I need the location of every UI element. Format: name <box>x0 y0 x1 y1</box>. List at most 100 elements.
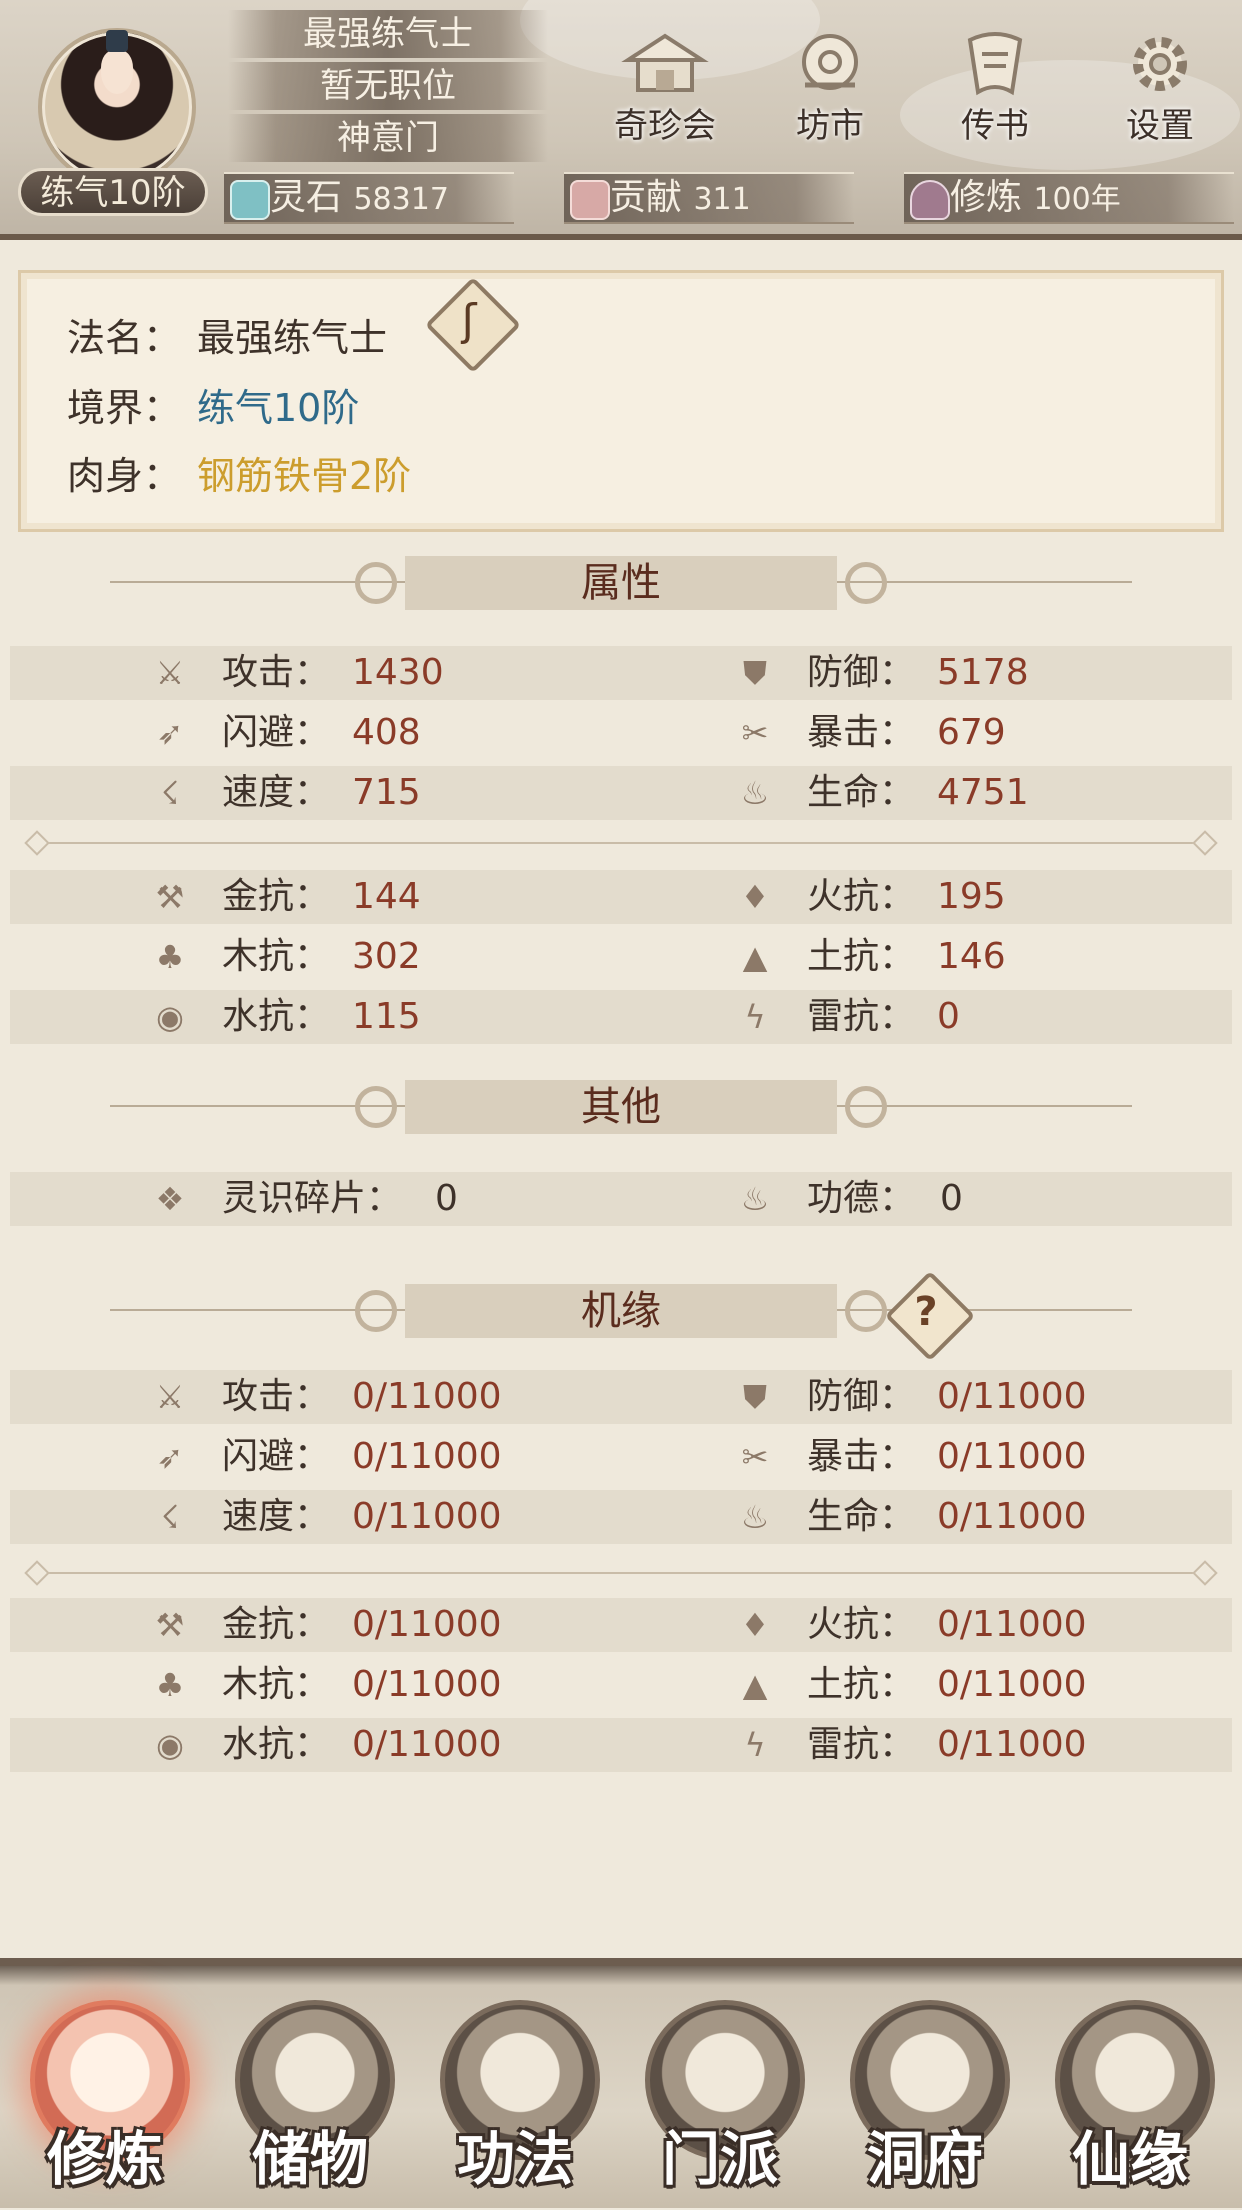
stat-value: 0/11000 <box>352 1724 502 1765</box>
help-icon: ? <box>914 1289 938 1335</box>
stat-value: 0/11000 <box>937 1724 1087 1765</box>
stat-label: 灵识碎片： <box>222 1178 403 1219</box>
resource-bar: 灵石 58317 贡献 311 修炼 100年 <box>224 172 1242 224</box>
stat-value: 0/11000 <box>352 1664 502 1705</box>
attributes-title: 属性 <box>355 556 887 610</box>
dodge-icon: ➶ <box>156 1438 184 1476</box>
speed-icon: ☇ <box>160 774 180 812</box>
defense-icon: ⛊ <box>742 654 767 692</box>
stat-value: 0/11000 <box>937 1436 1087 1477</box>
stat-label: 生命： <box>807 1496 916 1537</box>
dharma-name-row: 法名： 最强练气士 <box>67 307 387 362</box>
identity-plates: 最强练气士 暂无职位 神意门 <box>228 10 548 166</box>
nav-storage[interactable]: 储物 <box>215 2000 395 2210</box>
defense-icon: ⛊ <box>742 1378 767 1416</box>
fortune-title: 机缘 <box>355 1284 887 1338</box>
stat-label: 暴击： <box>807 712 916 753</box>
stat-label: 土抗： <box>807 936 916 977</box>
critical-icon: ✂ <box>741 714 769 752</box>
nav-fate[interactable]: 仙缘 <box>1035 2000 1215 2210</box>
nav-cultivate[interactable]: 修炼 <box>10 2000 190 2210</box>
realm-row: 境界： 练气10阶 <box>67 377 359 432</box>
nav-technique-label: 功法 <box>456 2125 573 2193</box>
stat-value: 144 <box>352 876 421 917</box>
market-icon <box>802 34 858 90</box>
nav-sect-label: 门派 <box>661 2125 778 2193</box>
others-heading: 其他 <box>110 1080 1132 1134</box>
stat-value: 715 <box>352 772 421 813</box>
nav-fate-label: 仙缘 <box>1071 2125 1188 2193</box>
contribution-label: 贡献 <box>610 177 683 218</box>
market-button[interactable]: 坊市 <box>765 30 895 150</box>
stat-value: 115 <box>352 996 421 1037</box>
nav-cultivate-label: 修炼 <box>46 2125 163 2193</box>
stat-label: 闪避： <box>222 712 331 753</box>
stat-value: 0/11000 <box>937 1604 1087 1645</box>
top-header: 练气10阶 最强练气士 暂无职位 神意门 奇珍会 坊市 传书 设置 灵石 583… <box>0 0 1242 240</box>
stat-label: 火抗： <box>807 1604 916 1645</box>
settings-label: 设置 <box>1126 106 1194 146</box>
stat-label: 暴击： <box>807 1436 916 1477</box>
section-divider <box>30 842 1212 844</box>
stat-value: 0/11000 <box>352 1604 502 1645</box>
market-label: 坊市 <box>796 106 864 146</box>
stat-value: 0/11000 <box>352 1496 502 1537</box>
dodge-icon: ➶ <box>156 714 184 752</box>
spirit-shard-icon: ❖ <box>155 1180 185 1218</box>
thunder-icon: ϟ <box>744 1726 766 1764</box>
stat-value: 195 <box>937 876 1006 917</box>
contribution-counter: 贡献 311 <box>564 172 854 224</box>
stat-band <box>10 766 1232 820</box>
stat-value: 0 <box>940 1178 963 1219</box>
stat-label: 速度： <box>222 772 331 813</box>
nav-technique[interactable]: 功法 <box>420 2000 600 2210</box>
thunder-icon: ϟ <box>744 998 766 1036</box>
stat-value: 0/11000 <box>352 1436 502 1477</box>
brush-icon: ʃ <box>461 295 477 346</box>
settings-button[interactable]: 设置 <box>1095 30 1225 150</box>
letter-scroll-icon <box>967 32 1023 96</box>
attributes-heading: 属性 <box>110 556 1132 610</box>
attack-icon: ⚔ <box>155 654 185 692</box>
nav-cave[interactable]: 洞府 <box>830 2000 1010 2210</box>
stat-label: 防御： <box>807 652 916 693</box>
avatar-face <box>101 50 133 94</box>
earth-icon: ▲ <box>742 938 768 976</box>
stat-value: 4751 <box>937 772 1029 813</box>
realm-badge: 练气10阶 <box>18 168 208 216</box>
stat-label: 生命： <box>807 772 916 813</box>
water-icon: ◉ <box>156 998 184 1036</box>
stat-label: 雷抗： <box>807 1724 916 1765</box>
top-nav: 奇珍会 坊市 传书 设置 <box>600 30 1240 150</box>
cultivation-label: 修炼 <box>950 177 1023 218</box>
stat-band <box>10 1172 1232 1226</box>
body-row: 肉身： 钢筋铁骨2阶 <box>67 445 411 500</box>
stat-band <box>10 990 1232 1044</box>
character-info-panel: 法名： 最强练气士 ʃ 境界： 练气10阶 肉身： 钢筋铁骨2阶 <box>18 270 1224 532</box>
stat-value: 679 <box>937 712 1006 753</box>
treasure-pavilion-label: 奇珍会 <box>614 106 716 146</box>
player-avatar[interactable]: 练气10阶 <box>8 8 220 216</box>
stat-band <box>10 870 1232 924</box>
realm-key: 境界： <box>67 386 182 430</box>
letter-button[interactable]: 传书 <box>930 30 1060 150</box>
avatar-portrait <box>38 28 196 186</box>
stat-label: 木抗： <box>222 1664 331 1705</box>
nav-sect[interactable]: 门派 <box>625 2000 805 2210</box>
stat-label: 土抗： <box>807 1664 916 1705</box>
realm-value: 练气10阶 <box>197 386 360 430</box>
treasure-pavilion-button[interactable]: 奇珍会 <box>600 30 730 150</box>
body-key: 肉身： <box>67 454 182 498</box>
stat-label: 雷抗： <box>807 996 916 1037</box>
stat-value: 146 <box>937 936 1006 977</box>
wood-icon: ♣ <box>155 1666 185 1704</box>
metal-icon: ⚒ <box>155 878 185 916</box>
gear-icon <box>1133 37 1187 91</box>
dharma-name-key: 法名： <box>67 316 182 360</box>
earth-icon: ▲ <box>742 1666 768 1704</box>
stat-value: 408 <box>352 712 421 753</box>
stat-value: 0 <box>435 1178 458 1219</box>
body-value: 钢筋铁骨2阶 <box>197 454 412 498</box>
stat-value: 1430 <box>352 652 444 693</box>
stat-label: 攻击： <box>222 652 331 693</box>
